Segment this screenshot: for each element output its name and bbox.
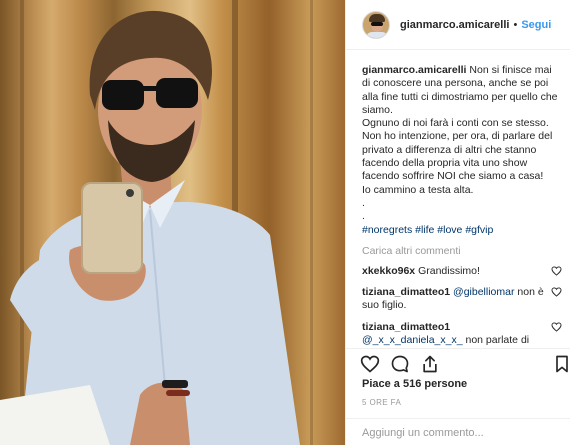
add-comment-area [346,418,570,445]
comment-username[interactable]: tiziana_dimatteo1 [362,286,450,298]
comment-mention[interactable]: @_x_x_daniela_x_x_ [362,334,463,346]
comment-username[interactable]: tiziana_dimatteo1 [362,321,450,333]
caption-line: Ognuno di noi farà i conti con se stesso… [362,117,549,130]
caption-line: . [362,210,365,223]
comment-input[interactable] [362,427,552,439]
small-heart-icon[interactable] [551,287,562,297]
caption-hashtags[interactable]: #noregrets #life #love #gfvip [362,224,562,237]
comment-item: xkekko96x Grandissimo! [362,265,562,278]
comment-text: Grandissimo! [418,264,480,277]
post-side-panel: gianmarco.amicarelli • Segui gianmarco.a… [345,0,570,445]
caption-line: Io cammino a testa alta. [362,183,474,196]
comment-bubble-icon[interactable] [390,354,410,374]
post-caption: gianmarco.amicarelli Non si finisce mai … [362,64,562,237]
caption-line: Non ho intenzione, per ora, di parlare d… [362,130,553,183]
load-more-comments-link[interactable]: Carica altri commenti [362,245,562,257]
post-timestamp[interactable]: 5 ORE FA [362,398,401,407]
post-header: gianmarco.amicarelli • Segui [346,0,570,50]
small-heart-icon[interactable] [551,322,562,332]
heart-icon[interactable] [360,354,380,374]
header-separator: • [513,18,518,31]
comment-username[interactable]: xkekko96x [362,265,415,277]
bookmark-icon[interactable] [552,354,570,374]
avatar[interactable] [362,10,390,39]
likes-count[interactable]: Piace a 516 persone [362,378,467,390]
post-actions-bar [346,348,570,378]
comment-item: tiziana_dimatteo1 @gibelliomar non è suo… [362,286,562,313]
caption-username[interactable]: gianmarco.amicarelli [362,64,466,76]
share-icon[interactable] [420,354,440,374]
comment-mention[interactable]: @gibelliomar [453,286,514,298]
selfie-illustration [0,0,313,445]
comment-item: tiziana_dimatteo1 @_x_x_daniela_x_x_ non… [362,321,562,347]
caption-line: . [362,196,365,209]
post-photo[interactable] [0,0,345,445]
follow-button[interactable]: Segui [521,19,551,31]
header-username[interactable]: gianmarco.amicarelli [400,19,509,31]
comments-section[interactable]: gianmarco.amicarelli Non si finisce mai … [362,64,562,347]
small-heart-icon[interactable] [551,266,562,276]
